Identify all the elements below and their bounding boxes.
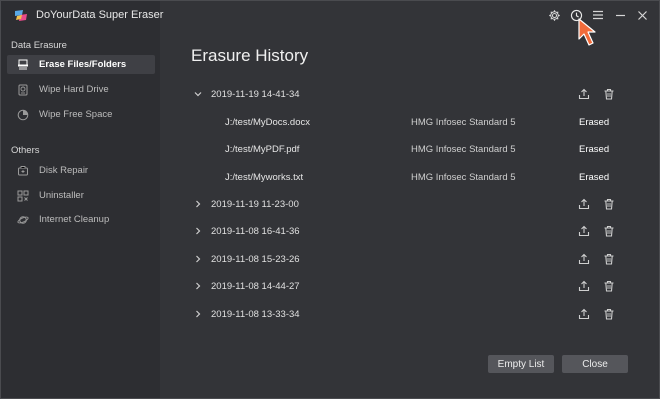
trash-icon[interactable] — [602, 197, 616, 211]
page-title: Erasure History — [191, 46, 309, 65]
sidebar-item-internet-cleanup[interactable]: Internet Cleanup — [7, 210, 155, 229]
chevron-right-icon[interactable] — [193, 199, 203, 209]
history-group-row[interactable]: 2019-11-19 11-23-00 — [191, 195, 621, 215]
erase-status: Erased — [579, 144, 610, 155]
erase-status: Erased — [579, 117, 610, 128]
chevron-right-icon[interactable] — [193, 309, 203, 319]
history-group-row[interactable]: 2019-11-08 15-23-26 — [191, 250, 621, 270]
export-icon[interactable] — [577, 307, 591, 321]
app-logo-icon — [14, 9, 28, 22]
section-label-data-erasure: Data Erasure — [11, 40, 67, 51]
erase-algorithm: HMG Infosec Standard 5 — [411, 117, 516, 128]
export-icon[interactable] — [577, 224, 591, 238]
close-window-icon[interactable] — [634, 7, 650, 23]
shredder-icon — [17, 59, 29, 71]
empty-list-button[interactable]: Empty List — [488, 355, 554, 373]
close-button[interactable]: Close — [562, 355, 628, 373]
erase-algorithm: HMG Infosec Standard 5 — [411, 144, 516, 155]
file-path: J:/test/MyPDF.pdf — [225, 144, 300, 155]
chevron-right-icon[interactable] — [193, 226, 203, 236]
sidebar-item-label: Disk Repair — [39, 165, 89, 176]
sidebar-item-label: Internet Cleanup — [39, 214, 110, 225]
history-date: 2019-11-08 13-33-34 — [211, 309, 300, 320]
sidebar-item-label: Uninstaller — [39, 190, 84, 201]
trash-icon[interactable] — [602, 252, 616, 266]
history-date: 2019-11-08 14-44-27 — [211, 281, 300, 292]
file-path: J:/test/Myworks.txt — [225, 172, 304, 183]
export-icon[interactable] — [577, 87, 591, 101]
trash-icon[interactable] — [602, 279, 616, 293]
sidebar-item-wipe-free-space[interactable]: Wipe Free Space — [7, 105, 155, 124]
file-path: J:/test/MyDocs.docx — [225, 117, 310, 128]
chevron-right-icon[interactable] — [193, 254, 203, 264]
section-label-others: Others — [11, 145, 40, 156]
history-group-row[interactable]: 2019-11-08 16-41-36 — [191, 222, 621, 242]
disk-repair-icon — [17, 165, 29, 177]
history-group-row[interactable]: 2019-11-08 14-44-27 — [191, 277, 621, 297]
erase-algorithm: HMG Infosec Standard 5 — [411, 172, 516, 183]
trash-icon[interactable] — [602, 307, 616, 321]
pie-chart-icon — [17, 109, 29, 121]
planet-icon — [17, 214, 29, 226]
chevron-right-icon[interactable] — [193, 281, 203, 291]
history-date: 2019-11-19 14-41-34 — [211, 89, 300, 100]
erase-status: Erased — [579, 172, 610, 183]
sidebar-item-uninstaller[interactable]: Uninstaller — [7, 186, 155, 205]
history-date: 2019-11-08 15-23-26 — [211, 254, 300, 265]
sidebar-item-wipe-hard-drive[interactable]: Wipe Hard Drive — [7, 80, 155, 99]
history-group-row[interactable]: 2019-11-08 13-33-34 — [191, 305, 621, 325]
app-window: DoYourData Super Eraser Data Erasure Era… — [0, 0, 660, 399]
pointer-arrow-icon — [574, 17, 604, 49]
export-icon[interactable] — [577, 252, 591, 266]
chevron-down-icon[interactable] — [193, 89, 203, 99]
export-icon[interactable] — [577, 197, 591, 211]
history-group-row[interactable]: 2019-11-19 14-41-34 — [191, 85, 621, 105]
settings-gear-icon[interactable] — [546, 7, 562, 23]
history-date: 2019-11-08 16-41-36 — [211, 226, 300, 237]
history-date: 2019-11-19 11-23-00 — [211, 199, 299, 210]
minimize-icon[interactable] — [612, 7, 628, 23]
uninstaller-icon — [17, 190, 29, 202]
hard-drive-icon — [17, 84, 29, 96]
trash-icon[interactable] — [602, 87, 616, 101]
export-icon[interactable] — [577, 279, 591, 293]
sidebar-item-label: Wipe Hard Drive — [39, 84, 109, 95]
sidebar-item-label: Erase Files/Folders — [39, 59, 127, 70]
app-title: DoYourData Super Eraser — [36, 9, 164, 21]
trash-icon[interactable] — [602, 224, 616, 238]
title-bar: DoYourData Super Eraser — [1, 1, 660, 46]
sidebar-item-erase-files[interactable]: Erase Files/Folders — [7, 55, 155, 74]
sidebar-item-label: Wipe Free Space — [39, 109, 113, 120]
sidebar-item-disk-repair[interactable]: Disk Repair — [7, 161, 155, 180]
